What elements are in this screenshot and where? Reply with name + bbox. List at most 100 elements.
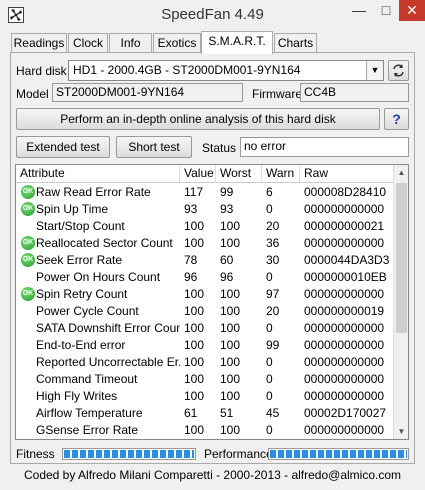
table-row[interactable]: OK Seek Error Rate 78 60 30 0000044DA3D3 (16, 252, 395, 269)
performance-bar-fill (270, 450, 407, 458)
ok-status-icon: OK (21, 202, 35, 216)
cell-worst: 100 (220, 338, 241, 352)
cell-value: 100 (184, 338, 205, 352)
cell-warn: 36 (266, 236, 280, 250)
cell-worst: 51 (220, 406, 234, 420)
fitness-label: Fitness (16, 447, 55, 461)
scroll-up-icon[interactable]: ▲ (394, 165, 408, 180)
header-value[interactable]: Value (180, 165, 216, 183)
ok-status-icon: OK (21, 253, 35, 267)
tab-smart[interactable]: S.M.A.R.T. (201, 31, 273, 54)
header-attribute[interactable]: Attribute (16, 165, 180, 183)
table-row[interactable]: End-to-End error 100 100 99 000000000000 (16, 337, 395, 354)
maximize-button[interactable]: □ (373, 0, 399, 21)
table-row[interactable]: SATA Downshift Error Count 100 100 0 0000000… (16, 320, 395, 337)
header-warn[interactable]: Warn (262, 165, 300, 183)
cell-attribute: Airflow Temperature (36, 406, 143, 420)
cell-attribute: Reallocated Sector Count (36, 236, 173, 250)
cell-attribute: Spin Up Time (36, 202, 109, 216)
cell-warn: 0 (266, 372, 273, 386)
short-test-button[interactable]: Short test (116, 136, 192, 158)
cell-warn: 20 (266, 219, 280, 233)
table-row[interactable]: OK Reallocated Sector Count 100 100 36 000000… (16, 235, 395, 252)
cell-attribute: Start/Stop Count (36, 219, 125, 233)
hard-disk-select[interactable]: HD1 - 2000.4GB - ST2000DM001-9YN164 ▼ (68, 60, 384, 81)
hard-disk-value: HD1 - 2000.4GB - ST2000DM001-9YN164 (73, 63, 301, 77)
table-row[interactable]: Reported Uncorrectable Er... 100 100 0 00000… (16, 354, 395, 371)
chevron-down-icon[interactable]: ▼ (366, 61, 383, 80)
tab-readings[interactable]: Readings (11, 33, 67, 53)
firmware-field: CC4B (300, 83, 409, 102)
cell-worst: 100 (220, 423, 241, 437)
status-label: Status (202, 141, 237, 155)
cell-raw: 0000044DA3D3 (304, 253, 390, 267)
cell-raw: 000000000000 (304, 338, 385, 352)
header-raw[interactable]: Raw (300, 165, 395, 183)
cell-warn: 0 (266, 355, 273, 369)
tab-info[interactable]: Info (109, 33, 152, 53)
tab-exotics[interactable]: Exotics (153, 33, 201, 53)
cell-raw: 000000000019 (304, 304, 385, 318)
table-row[interactable]: OK Spin Retry Count 100 100 97 000000000000 (16, 286, 395, 303)
cell-raw: 0000000010EB (304, 270, 387, 284)
minimize-button[interactable]: — (346, 0, 372, 21)
cell-raw: 000000000000 (304, 372, 385, 386)
table-row[interactable]: GSense Error Rate 100 100 0 000000000000 (16, 422, 395, 439)
cell-value: 100 (184, 389, 205, 403)
table-row[interactable]: High Fly Writes 100 100 0 000000000000 (16, 388, 395, 405)
model-label: Model (16, 87, 49, 101)
cell-warn: 6 (266, 185, 273, 199)
scroll-down-icon[interactable]: ▼ (394, 424, 408, 439)
refresh-button[interactable] (388, 60, 409, 81)
cell-raw: 000000000000 (304, 202, 385, 216)
table-row[interactable]: OK Spin Up Time 93 93 0 000000000000 (16, 201, 395, 218)
cell-worst: 100 (220, 389, 241, 403)
smart-attributes-table[interactable]: Attribute Value Worst Warn Raw OK Raw Rea… (15, 164, 409, 440)
tab-clock[interactable]: Clock (68, 33, 108, 53)
fitness-bar (62, 448, 196, 460)
cell-worst: 96 (220, 270, 234, 284)
cell-raw: 000000000021 (304, 219, 385, 233)
scrollbar-thumb[interactable] (396, 183, 407, 333)
close-button[interactable]: ✕ (399, 0, 425, 21)
table-row[interactable]: Power On Hours Count 96 96 0 0000000010EB (16, 269, 395, 286)
header-worst[interactable]: Worst (216, 165, 262, 183)
ok-status-icon: OK (21, 287, 35, 301)
cell-attribute: Raw Read Error Rate (36, 185, 151, 199)
cell-worst: 60 (220, 253, 234, 267)
online-analysis-button[interactable]: Perform an in-depth online analysis of t… (16, 108, 380, 130)
cell-worst: 100 (220, 219, 241, 233)
cell-raw: 00002D170027 (304, 406, 387, 420)
cell-raw: 000000000000 (304, 355, 385, 369)
cell-raw: 000008D28410 (304, 185, 387, 199)
cell-worst: 93 (220, 202, 234, 216)
cell-worst: 100 (220, 372, 241, 386)
firmware-label: Firmware (252, 87, 302, 101)
cell-value: 100 (184, 423, 205, 437)
ok-status-icon: OK (21, 236, 35, 250)
cell-value: 61 (184, 406, 198, 420)
table-row[interactable]: Start/Stop Count 100 100 20 000000000021 (16, 218, 395, 235)
performance-label: Performance (204, 447, 273, 461)
cell-attribute: Seek Error Rate (36, 253, 123, 267)
table-row[interactable]: Power Cycle Count 100 100 20 000000000019 (16, 303, 395, 320)
cell-warn: 30 (266, 253, 280, 267)
cell-value: 100 (184, 321, 205, 335)
cell-warn: 0 (266, 389, 273, 403)
maximize-icon: □ (381, 2, 391, 18)
cell-attribute: End-to-End error (36, 338, 126, 352)
tab-charts[interactable]: Charts (274, 33, 317, 53)
cell-raw: 000000000000 (304, 287, 385, 301)
table-row[interactable]: Command Timeout 100 100 0 000000000000 (16, 371, 395, 388)
cell-value: 100 (184, 304, 205, 318)
cell-worst: 100 (220, 355, 241, 369)
table-row[interactable]: Airflow Temperature 61 51 45 00002D170027 (16, 405, 395, 422)
cell-attribute: Power Cycle Count (36, 304, 139, 318)
vertical-scrollbar[interactable]: ▲ ▼ (393, 165, 408, 439)
extended-test-button[interactable]: Extended test (16, 136, 110, 158)
cell-warn: 97 (266, 287, 280, 301)
table-row[interactable]: OK Raw Read Error Rate 117 99 6 000008D28410 (16, 184, 395, 201)
cell-warn: 20 (266, 304, 280, 318)
help-button[interactable]: ? (384, 108, 409, 130)
cell-raw: 000000000000 (304, 321, 385, 335)
